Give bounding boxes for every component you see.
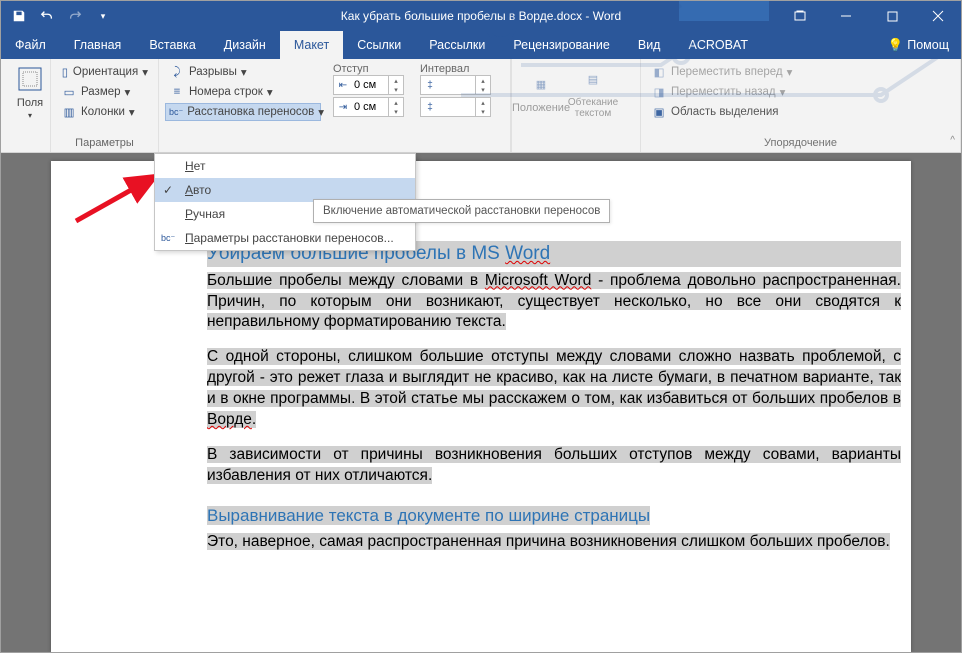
document-title: Как убрать большие пробелы в Ворде.docx … <box>341 9 621 23</box>
size-icon: ▭ <box>61 84 77 100</box>
size-button[interactable]: ▭Размер ▾ <box>57 83 152 101</box>
tab-mailings[interactable]: Рассылки <box>415 31 499 59</box>
ribbon: Поля ▾ ▯Ориентация ▾ ▭Размер ▾ ▥Колонки … <box>1 59 961 153</box>
indent-right-input[interactable]: ⇥ ▴▾ <box>333 97 404 117</box>
undo-button[interactable] <box>35 4 59 28</box>
tooltip: Включение автоматической расстановки пер… <box>313 199 610 223</box>
orientation-button[interactable]: ▯Ориентация ▾ <box>57 63 152 81</box>
redo-button[interactable] <box>63 4 87 28</box>
indent-left-input[interactable]: ⇤ ▴▾ <box>333 75 404 95</box>
position-icon: ▦ <box>525 68 557 100</box>
ribbon-options-button[interactable] <box>777 1 823 31</box>
breaks-icon: ⤸ <box>169 64 185 80</box>
spacing-before-icon: ‡ <box>421 80 439 91</box>
send-backward-icon: ◨ <box>651 84 667 100</box>
line-numbers-button[interactable]: ≡Номера строк ▾ <box>165 83 321 101</box>
tab-design[interactable]: Дизайн <box>210 31 280 59</box>
collapse-ribbon-button[interactable]: ^ <box>950 135 955 146</box>
columns-icon: ▥ <box>61 104 77 120</box>
wrap-text-button: ▤ Обтекание текстом <box>570 63 616 119</box>
document-area: Убираем большие пробелы в MS Word Больши… <box>1 153 961 652</box>
tab-view[interactable]: Вид <box>624 31 675 59</box>
spacing-label: Интервал <box>420 63 491 75</box>
line-numbers-icon: ≡ <box>169 84 185 100</box>
help-button[interactable]: 💡 Помощ <box>876 31 961 59</box>
indent-label: Отступ <box>333 63 404 75</box>
selection-pane-icon: ▣ <box>651 104 667 120</box>
hyphenation-button[interactable]: bc⁻Расстановка переносов ▾ <box>165 103 321 121</box>
tab-review[interactable]: Рецензирование <box>499 31 624 59</box>
paragraph-2[interactable]: С одной стороны, слишком большие отступы… <box>207 347 901 431</box>
group-arrange: Упорядочение <box>641 137 960 149</box>
heading-2[interactable]: Выравнивание текста в документе по ширин… <box>207 505 901 528</box>
paragraph-1[interactable]: Большие пробелы между словами в Microsof… <box>207 271 901 334</box>
indent-left-icon: ⇤ <box>334 80 352 91</box>
paragraph-3[interactable]: В зависимости от причины возникновения б… <box>207 445 901 487</box>
bring-forward-icon: ◧ <box>651 64 667 80</box>
ribbon-tabs: Файл Главная Вставка Дизайн Макет Ссылки… <box>1 31 961 59</box>
user-account[interactable] <box>679 1 769 21</box>
maximize-button[interactable] <box>869 1 915 31</box>
hyphenation-options[interactable]: bc⁻Параметры расстановки переносов... <box>155 226 415 250</box>
bring-forward-button: ◧Переместить вперед ▾ <box>647 63 954 81</box>
send-backward-button: ◨Переместить назад ▾ <box>647 83 954 101</box>
breaks-button[interactable]: ⤸Разрывы ▾ <box>165 63 321 81</box>
close-button[interactable] <box>915 1 961 31</box>
save-button[interactable] <box>7 4 31 28</box>
hyphenation-icon: bc⁻ <box>169 104 183 120</box>
tab-home[interactable]: Главная <box>60 31 136 59</box>
paragraph-4[interactable]: Это, наверное, самая распространенная пр… <box>207 532 901 553</box>
spacing-after-icon: ‡ <box>421 102 439 113</box>
check-icon: ✓ <box>163 183 173 197</box>
indent-right-icon: ⇥ <box>334 102 352 113</box>
tab-layout[interactable]: Макет <box>280 31 343 59</box>
spacing-after-input[interactable]: ‡ ▴▾ <box>420 97 491 117</box>
qat-customize[interactable]: ▾ <box>91 4 115 28</box>
tab-references[interactable]: Ссылки <box>343 31 415 59</box>
tab-acrobat[interactable]: ACROBAT <box>674 31 762 59</box>
margins-icon <box>14 63 46 95</box>
margins-button[interactable]: Поля ▾ <box>7 63 53 120</box>
tab-insert[interactable]: Вставка <box>135 31 209 59</box>
chevron-down-icon: ▾ <box>28 111 32 120</box>
selection-pane-button[interactable]: ▣Область выделения <box>647 103 954 121</box>
minimize-button[interactable] <box>823 1 869 31</box>
tab-file[interactable]: Файл <box>1 31 60 59</box>
group-page-setup: Параметры <box>51 137 158 149</box>
position-button: ▦ Положение <box>518 63 564 119</box>
orientation-icon: ▯ <box>61 64 69 80</box>
wrap-text-icon: ▤ <box>577 63 609 95</box>
lightbulb-icon: 💡 <box>888 38 904 53</box>
titlebar: ▾ Как убрать большие пробелы в Ворде.doc… <box>1 1 961 31</box>
hyphenation-none[interactable]: Нет <box>155 154 415 178</box>
columns-button[interactable]: ▥Колонки ▾ <box>57 103 152 121</box>
spacing-before-input[interactable]: ‡ ▴▾ <box>420 75 491 95</box>
hyphenation-options-icon: bc⁻ <box>161 233 177 244</box>
